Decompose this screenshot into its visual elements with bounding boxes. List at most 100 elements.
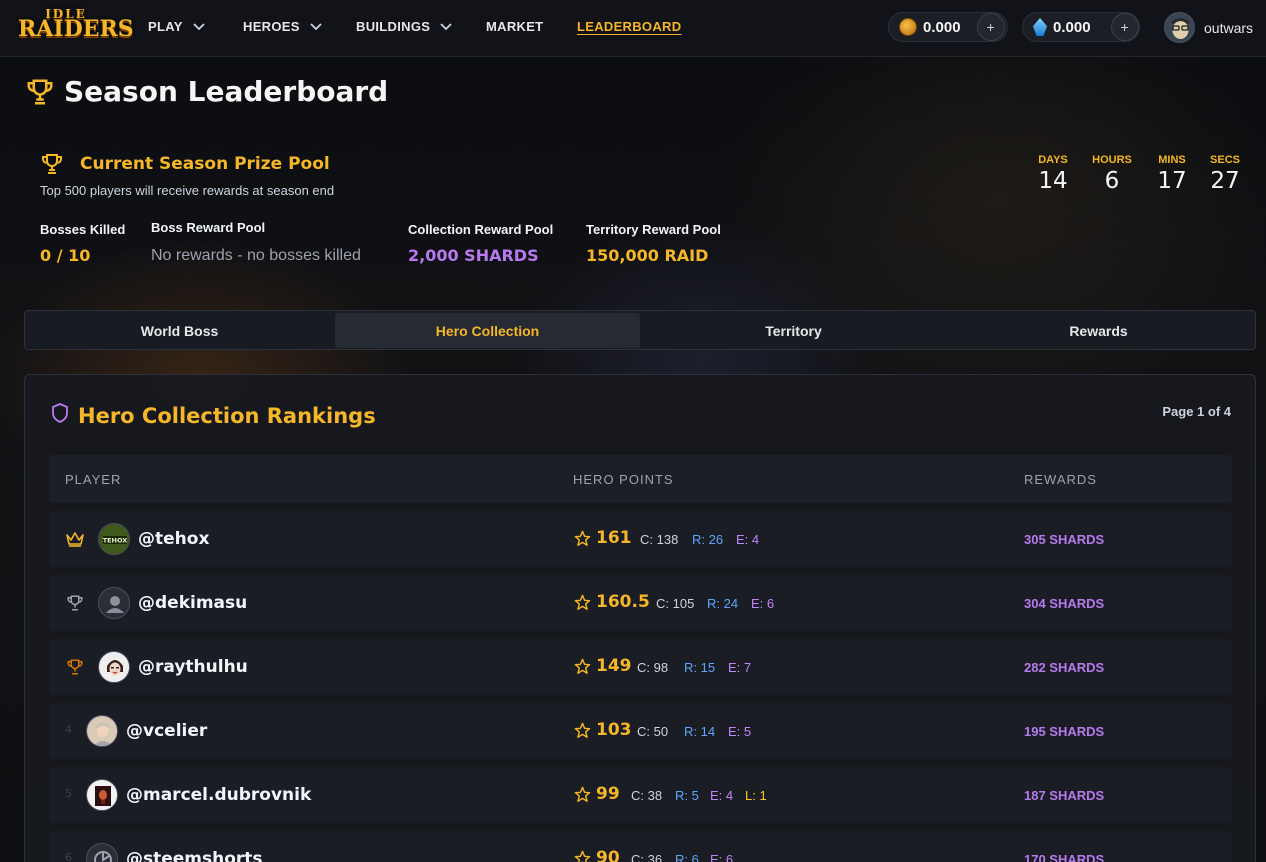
reward-amount: 195 SHARDS	[1024, 724, 1105, 739]
common-count: C: 138	[640, 532, 679, 547]
page-title: Season Leaderboard	[64, 75, 389, 108]
add-shards-button[interactable]: +	[1110, 13, 1139, 41]
table-row[interactable]: @raythulhu 149 C: 98 R: 15 E: 7 282 SHAR…	[49, 639, 1232, 695]
tab-rewards[interactable]: Rewards	[946, 313, 1251, 348]
shield-icon	[52, 403, 68, 423]
star-icon	[574, 530, 591, 546]
common-count: C: 105	[656, 596, 695, 611]
player-name[interactable]: @dekimasu	[138, 593, 247, 613]
hours-label: HOURS	[1092, 154, 1132, 166]
trophy-icon	[67, 595, 83, 611]
crown-icon	[66, 532, 84, 547]
boss-reward-value: No rewards - no bosses killed	[151, 247, 361, 264]
nav-play-label: PLAY	[148, 19, 183, 34]
avatar	[86, 779, 118, 811]
add-raid-button[interactable]: +	[976, 13, 1005, 41]
top-nav: IDLE RAIDERS PLAY HEROES BUILDINGS MARKE…	[0, 0, 1266, 57]
nav-buildings[interactable]: BUILDINGS	[356, 19, 452, 34]
player-name[interactable]: @vcelier	[126, 721, 207, 741]
rankings-title: Hero Collection Rankings	[78, 404, 376, 428]
table-row[interactable]: 4 @vcelier 103 C: 50 R: 14 E: 5 195 SHAR…	[49, 703, 1232, 759]
nav-buildings-label: BUILDINGS	[356, 19, 431, 34]
rare-count: R: 26	[692, 532, 724, 547]
countdown-mins: MINS 17	[1154, 154, 1190, 194]
days-value: 14	[1038, 168, 1068, 194]
tab-world-boss[interactable]: World Boss	[27, 313, 332, 348]
shards-balance-value: 0.000	[1053, 18, 1091, 36]
player-name[interactable]: @raythulhu	[138, 657, 248, 677]
avatar	[98, 651, 130, 683]
chevron-down-icon	[193, 22, 205, 30]
nav-leaderboard[interactable]: LEADERBOARD	[577, 19, 681, 34]
legendary-count: L: 1	[745, 788, 767, 803]
nav-market-label: MARKET	[486, 19, 544, 34]
nav-play[interactable]: PLAY	[148, 19, 205, 34]
page-indicator: Page 1 of 4	[1162, 404, 1231, 419]
avatar	[86, 715, 118, 747]
reward-amount: 304 SHARDS	[1024, 596, 1105, 611]
table-header: PLAYER HERO POINTS REWARDS	[49, 455, 1232, 503]
countdown-secs: SECS 27	[1208, 154, 1242, 194]
epic-count: E: 4	[736, 532, 760, 547]
countdown-days: DAYS 14	[1034, 154, 1072, 194]
trophy-icon	[27, 79, 53, 105]
table-row[interactable]: TEHOX @tehox 161 C: 138 R: 26 E: 4 305 S…	[49, 511, 1232, 567]
territory-reward-value: 150,000 RAID	[586, 246, 709, 265]
hero-points: 160.5	[596, 592, 650, 612]
player-name[interactable]: @steemshorts	[126, 849, 263, 862]
trophy-icon	[67, 659, 83, 675]
reward-amount: 170 SHARDS	[1024, 852, 1105, 862]
boss-reward-label: Boss Reward Pool	[151, 220, 266, 235]
avatar	[86, 843, 118, 862]
epic-count: E: 4	[710, 788, 734, 803]
gem-icon	[1033, 18, 1047, 36]
rank-number: 5	[65, 787, 72, 800]
table-row[interactable]: 6 @steemshorts 90 C: 36 R: 6 E: 6 170 SH…	[49, 831, 1232, 862]
table-row[interactable]: @dekimasu 160.5 C: 105 R: 24 E: 6 304 SH…	[49, 575, 1232, 631]
nav-market[interactable]: MARKET	[486, 19, 543, 34]
prize-pool-title: Current Season Prize Pool	[80, 154, 330, 174]
table-row[interactable]: 5 @marcel.dubrovnik 99 C: 38 R: 5 E: 4 L…	[49, 767, 1232, 823]
epic-count: E: 6	[751, 596, 775, 611]
countdown-hours: HOURS 6	[1089, 154, 1135, 194]
hero-points: 90	[596, 848, 620, 862]
collection-reward-value: 2,000 SHARDS	[408, 246, 539, 265]
rare-count: R: 14	[684, 724, 716, 739]
rare-count: R: 5	[675, 788, 699, 803]
rank-number: 6	[65, 851, 72, 862]
common-count: C: 98	[637, 660, 669, 675]
nav-heroes[interactable]: HEROES	[243, 19, 322, 34]
tab-territory[interactable]: Territory	[641, 313, 946, 348]
rank-number: 4	[65, 723, 72, 736]
column-player: PLAYER	[65, 472, 122, 487]
mins-label: MINS	[1158, 154, 1186, 166]
user-menu[interactable]: outwars	[1164, 12, 1253, 43]
secs-label: SECS	[1210, 154, 1240, 166]
hero-points: 161	[596, 528, 632, 548]
territory-reward-label: Territory Reward Pool	[586, 222, 721, 237]
player-name[interactable]: @marcel.dubrovnik	[126, 785, 311, 805]
logo-line-2: RAIDERS	[18, 15, 134, 42]
column-rewards: REWARDS	[1024, 472, 1097, 487]
leaderboard-tabs: World Boss Hero Collection Territory Rew…	[24, 310, 1256, 350]
rare-count: R: 6	[675, 852, 699, 862]
hero-points: 99	[596, 784, 620, 804]
nav-heroes-label: HEROES	[243, 19, 300, 34]
avatar	[1164, 12, 1195, 43]
mins-value: 17	[1157, 168, 1187, 194]
nav-leaderboard-label: LEADERBOARD	[577, 19, 682, 34]
tab-hero-collection[interactable]: Hero Collection	[335, 313, 640, 348]
days-label: DAYS	[1038, 154, 1068, 166]
svg-text:TEHOX: TEHOX	[103, 537, 128, 545]
username: outwars	[1204, 19, 1254, 36]
rare-count: R: 24	[707, 596, 739, 611]
epic-count: E: 6	[710, 852, 734, 862]
rankings-panel: Hero Collection Rankings Page 1 of 4 PLA…	[24, 374, 1256, 862]
common-count: C: 38	[631, 788, 663, 803]
player-name[interactable]: @tehox	[138, 529, 209, 549]
coin-icon	[899, 18, 917, 36]
common-count: C: 36	[631, 852, 663, 862]
hours-value: 6	[1104, 168, 1120, 194]
chevron-down-icon	[440, 22, 452, 30]
idle-raiders-logo[interactable]: IDLE RAIDERS	[18, 8, 134, 45]
